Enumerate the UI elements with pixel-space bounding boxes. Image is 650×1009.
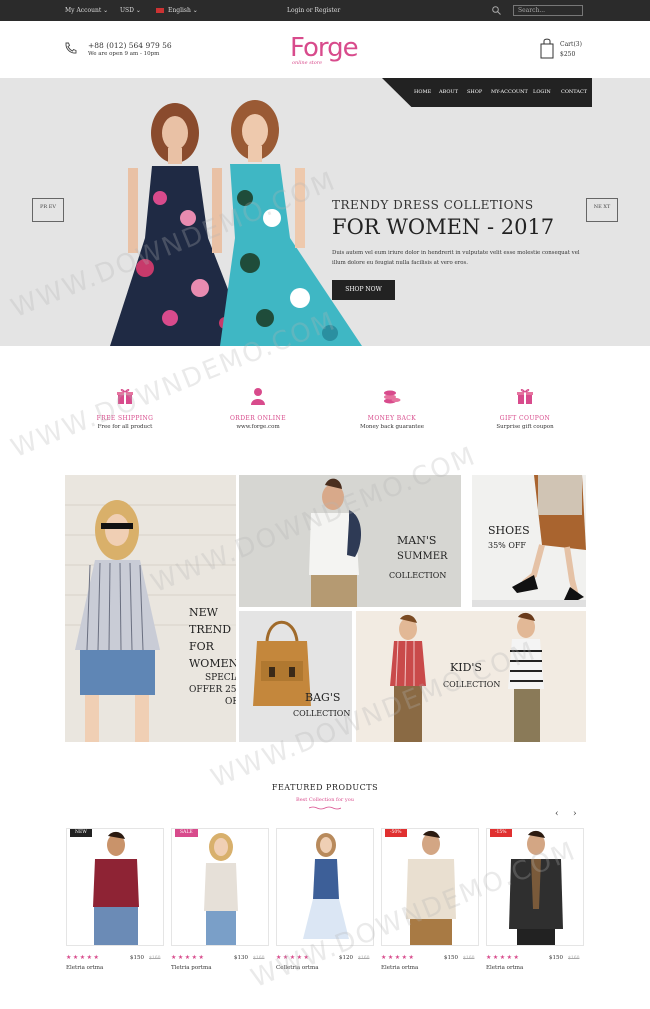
currency-label: USD: [120, 7, 134, 14]
feature-subtitle: Surprise gift coupon: [496, 424, 554, 430]
main-nav: HOME ABOUT SHOP MY-ACCOUNT LOGIN CONTACT: [382, 78, 592, 107]
promo-men-title: MAN'S: [397, 534, 437, 547]
promo-line: WOMEN'S: [189, 657, 236, 670]
promo-line: NEW: [189, 606, 218, 619]
promo-bags-title: BAG'S: [305, 691, 341, 704]
divider-ornament: [309, 806, 341, 810]
product-card[interactable]: SALE: [171, 828, 269, 946]
product-badge: SALE: [175, 829, 198, 837]
cart-total: $250: [560, 51, 576, 58]
promo-line: TREND: [189, 623, 232, 636]
product-rating: ★★★★★: [486, 954, 521, 961]
featured-products-subtitle: Best Collection for you: [296, 797, 354, 803]
promo-line: OFF: [225, 697, 236, 707]
promo-men-collection: COLLECTION: [389, 571, 447, 580]
product-badge: -50%: [385, 829, 407, 837]
featured-products-title: FEATURED PRODUCTS: [271, 783, 379, 792]
product-price: $130: [234, 955, 248, 961]
product-name[interactable]: Eletria ortma: [486, 965, 523, 971]
slider-next-button[interactable]: NE XT: [586, 198, 618, 222]
flag-icon: [156, 8, 164, 13]
logo[interactable]: Forge: [290, 33, 359, 63]
promo-women-text: NEW TREND FOR WOMEN'S SPECIAL OFFER 25% …: [189, 604, 236, 708]
product-price: $150: [549, 955, 563, 961]
language-label: English: [168, 7, 191, 14]
product-old-price: $160: [463, 956, 475, 961]
promo-shoes-tile[interactable]: SHOES 35% OFF: [472, 475, 586, 607]
feature-title: MONEY BACK: [367, 415, 417, 422]
gift-icon: [517, 389, 533, 404]
product-name[interactable]: Eletria ortma: [66, 965, 103, 971]
phone-icon: [65, 42, 77, 54]
phone-number: +88 (012) 564 979 56: [88, 41, 172, 50]
nav-login[interactable]: LOGIN: [533, 89, 551, 95]
hero-text: Duis autem vel eum iriure dolor in hendr…: [332, 250, 580, 266]
my-account-dropdown[interactable]: My Account ⌄: [65, 7, 108, 14]
product-image: [93, 831, 139, 945]
slider-prev-button[interactable]: PR EV: [32, 198, 64, 222]
feature-subtitle: Money back guarantee: [359, 424, 425, 430]
logo-tagline: online store: [292, 60, 323, 66]
product-price: $150: [130, 955, 144, 961]
feature-order-online: ORDER ONLINE www.forge.com: [203, 387, 313, 430]
currency-dropdown[interactable]: USD ⌄: [120, 7, 141, 14]
promo-men-subtitle: SUMMER: [397, 551, 448, 562]
feature-title: GIFT COUPON: [499, 415, 551, 422]
product-image: [204, 833, 238, 945]
nav-contact[interactable]: CONTACT: [561, 89, 587, 95]
product-price: $150: [444, 955, 458, 961]
login-register-link[interactable]: Login or Register: [287, 7, 340, 14]
product-old-price: $160: [568, 956, 580, 961]
promo-line: OFFER 25%: [189, 685, 236, 695]
my-account-label: My Account: [65, 7, 102, 14]
product-old-price: $160: [149, 956, 161, 961]
promo-women-tile[interactable]: NEW TREND FOR WOMEN'S SPECIAL OFFER 25% …: [65, 475, 236, 742]
top-bar: My Account ⌄ USD ⌄ English ⌄ Login or Re…: [0, 0, 650, 21]
product-rating: ★★★★★: [66, 954, 101, 961]
carousel-prev-icon[interactable]: ‹: [555, 809, 559, 819]
nav-shop[interactable]: SHOP: [467, 89, 482, 95]
feature-gift-coupon: GIFT COUPON Surprise gift coupon: [470, 387, 580, 430]
hero-subtitle: TRENDY DRESS COLLETIONS: [332, 198, 534, 212]
hero-slider: HOME ABOUT SHOP MY-ACCOUNT LOGIN CONTACT…: [0, 78, 650, 346]
coins-icon: [384, 390, 401, 404]
product-name[interactable]: Tletria portma: [171, 965, 211, 971]
promo-line: FOR: [189, 640, 214, 653]
nav-about[interactable]: ABOUT: [439, 89, 458, 95]
search-icon[interactable]: [492, 6, 501, 15]
search-input[interactable]: Search...: [513, 5, 583, 16]
product-badge: NEW: [70, 829, 92, 837]
product-name[interactable]: Eletria ortma: [381, 965, 418, 971]
product-rating: ★★★★★: [171, 954, 206, 961]
shop-now-button[interactable]: SHOP NOW: [332, 280, 395, 300]
shopping-bag-icon[interactable]: [540, 37, 554, 59]
product-badge: -15%: [490, 829, 512, 837]
person-icon: [251, 388, 265, 405]
feature-title: ORDER ONLINE: [229, 415, 286, 422]
nav-my-account[interactable]: MY-ACCOUNT: [491, 89, 528, 95]
nav-home[interactable]: HOME: [414, 89, 431, 95]
cart-link[interactable]: Cart(3): [560, 41, 582, 48]
feature-subtitle: www.forge.com: [236, 424, 280, 430]
feature-money-back: MONEY BACK Money back guarantee: [337, 387, 447, 430]
product-rating: ★★★★★: [381, 954, 416, 961]
promo-line: SPECIAL: [205, 673, 236, 683]
hero-title: FOR WOMEN - 2017: [332, 215, 555, 239]
carousel-next-icon[interactable]: ›: [573, 809, 577, 819]
language-dropdown[interactable]: English ⌄: [156, 7, 198, 14]
product-old-price: $160: [358, 956, 370, 961]
product-card[interactable]: NEW: [66, 828, 164, 946]
opening-hours: We are open 9 am - 10pm: [88, 51, 160, 57]
promo-shoes-discount: 35% OFF: [488, 541, 526, 550]
